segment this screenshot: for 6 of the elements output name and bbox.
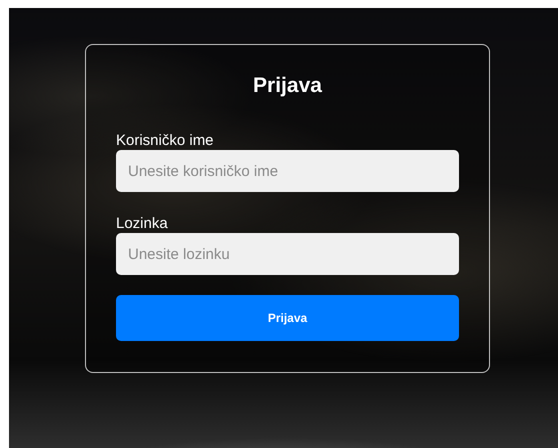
input-field[interactable]: Unesite korisničko ime — [116, 150, 459, 192]
form-title: Prijava — [252, 73, 323, 99]
login-button[interactable]: Prijava — [116, 295, 459, 341]
field-label: Korisničko ime — [116, 132, 215, 150]
input-field[interactable]: Unesite lozinku — [116, 233, 459, 275]
field-label: Lozinka — [116, 215, 169, 233]
